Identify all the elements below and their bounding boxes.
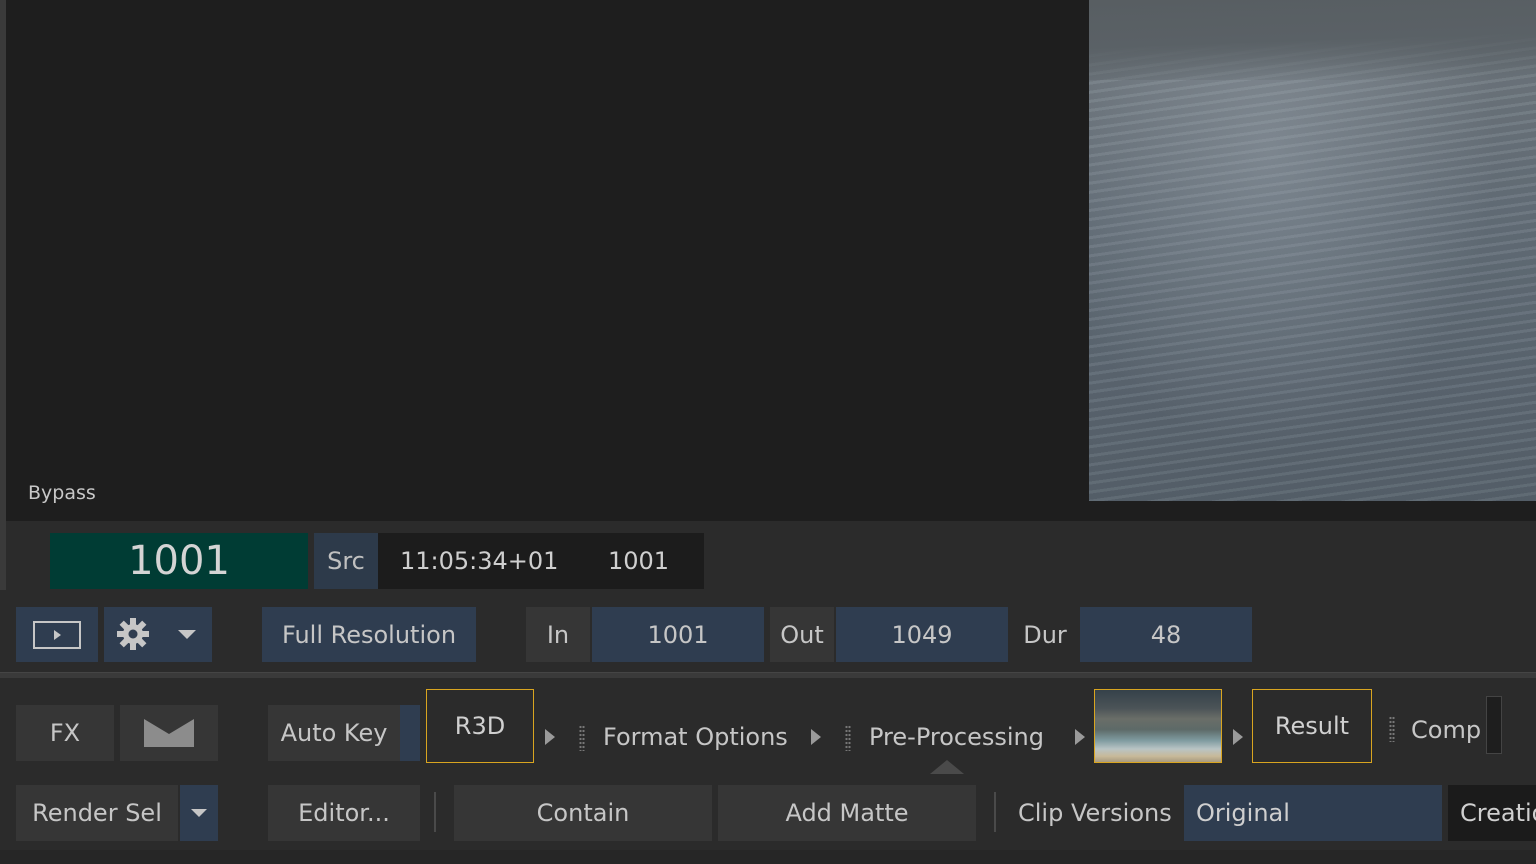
contain-button[interactable]: Contain [454,785,712,841]
add-matte-button[interactable]: Add Matte [718,785,976,841]
render-options-button[interactable] [180,785,218,841]
status-strip [0,850,1536,864]
settings-button[interactable] [104,607,212,662]
pipeline-arrow-icon [811,729,821,745]
clip-versions-label: Clip Versions [1018,799,1172,827]
out-point-label[interactable]: Out [770,607,834,662]
clip-version-select[interactable]: Original [1184,785,1442,841]
player-button[interactable] [16,607,98,662]
matte-button[interactable] [120,705,218,761]
pipeline-node-pre-processing[interactable]: Pre-Processing [869,723,1044,751]
pipeline-node-comp[interactable]: Comp [1411,716,1481,744]
pipeline-node-format-options[interactable]: Format Options [603,723,788,751]
drag-handle-icon[interactable] [845,725,851,751]
caret-up-icon [930,760,964,774]
drag-handle-icon[interactable] [1389,716,1395,742]
timecode-display: 11:05:34+01 1001 [378,533,704,589]
pipeline-arrow-icon [545,729,555,745]
render-selection-button[interactable]: Render Sel [16,785,178,841]
chevron-down-icon [178,630,196,639]
creation-button[interactable]: Creation [1448,785,1536,841]
pipeline-node-thumbnail[interactable] [1094,689,1222,763]
source-frame: 1001 [608,547,670,575]
fx-button[interactable]: FX [16,705,114,761]
pipeline-arrow-icon [1075,729,1085,745]
pipeline-arrow-icon [1233,729,1243,745]
editor-button[interactable]: Editor... [268,785,420,841]
pipeline-scrollbar[interactable] [1486,696,1502,754]
panel-divider[interactable] [0,672,1536,678]
duration-field[interactable]: 48 [1080,607,1252,662]
player-icon [33,620,81,649]
chevron-down-icon [191,809,207,817]
pipeline-node-r3d[interactable]: R3D [426,689,534,763]
auto-key-button[interactable]: Auto Key [268,705,400,761]
resolution-selector[interactable]: Full Resolution [262,607,476,662]
duration-label: Dur [1023,620,1067,649]
current-frame-field[interactable]: 1001 [50,533,308,589]
source-toggle[interactable]: Src [314,533,378,589]
viewer-mode-label: Bypass [28,482,96,504]
in-point-field[interactable]: 1001 [592,607,764,662]
matte-icon [144,719,194,747]
drag-handle-icon[interactable] [579,725,585,751]
in-point-label[interactable]: In [526,607,590,662]
toolbar-separator [994,792,996,832]
auto-key-indicator [400,705,420,761]
source-timecode: 11:05:34+01 [400,547,559,575]
viewer-image [1089,0,1536,501]
out-point-field[interactable]: 1049 [836,607,1008,662]
gear-icon [117,618,149,650]
image-sky [1089,0,1536,80]
toolbar-separator [434,792,436,832]
pipeline-node-result[interactable]: Result [1252,689,1372,763]
